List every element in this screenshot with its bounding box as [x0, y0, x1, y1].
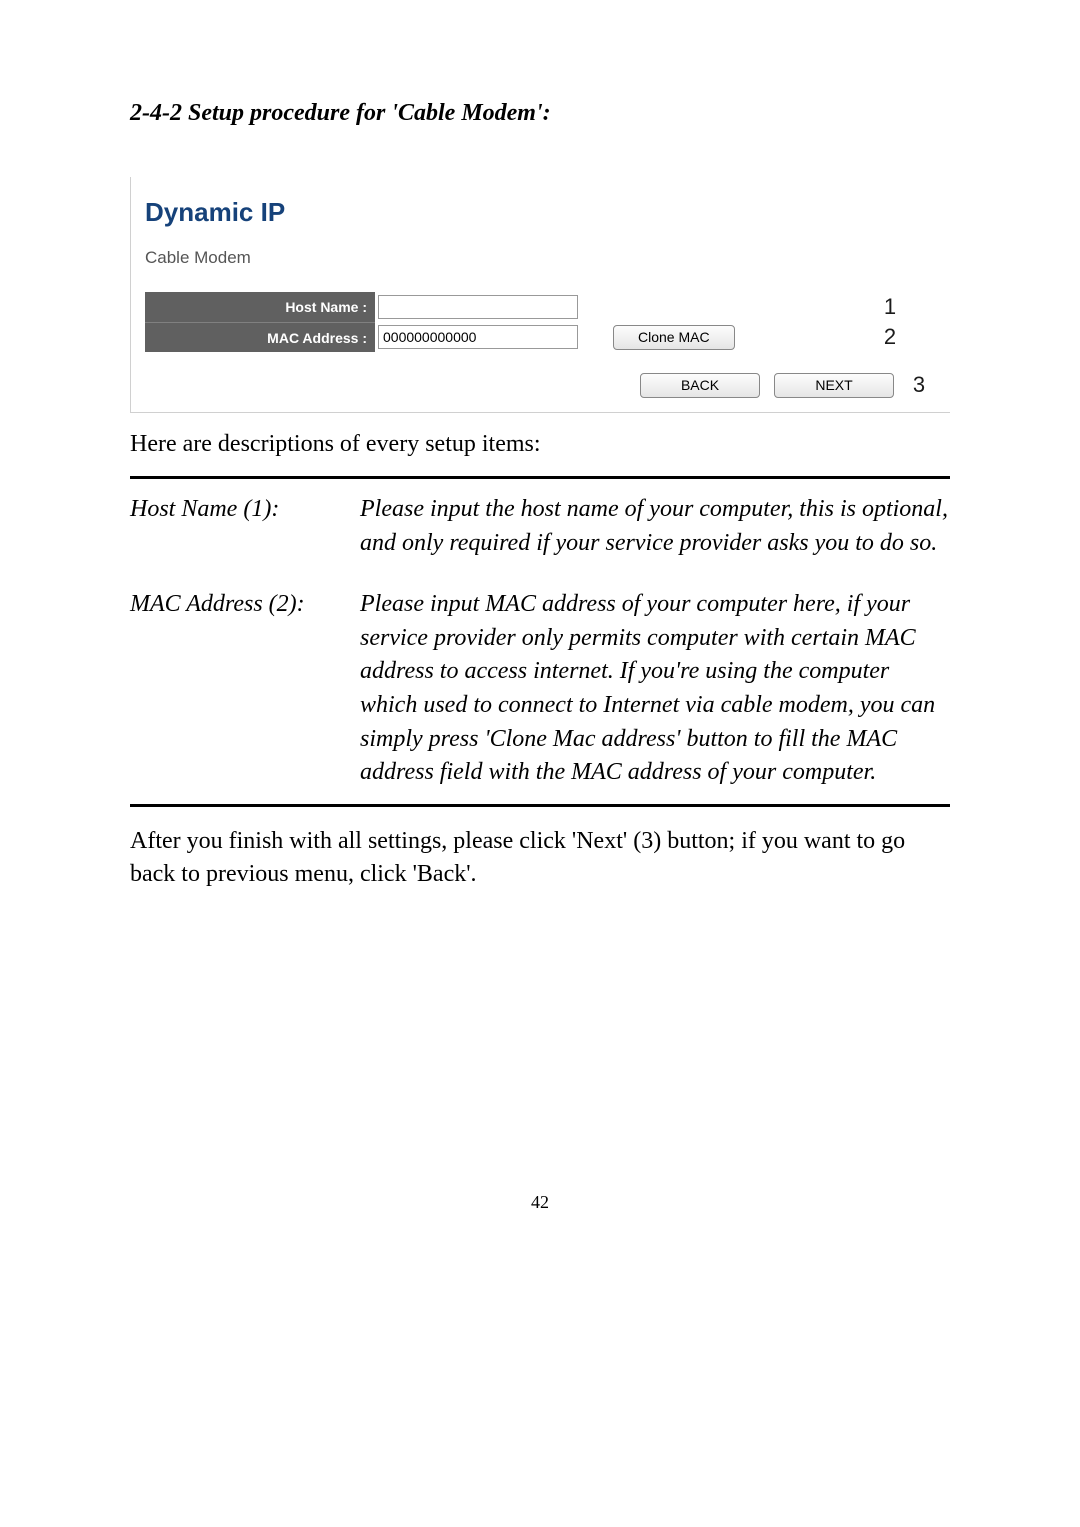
desc-item-text: Please input MAC address of your compute… [360, 574, 950, 805]
table-row: MAC Address (2): Please input MAC addres… [130, 574, 950, 805]
desc-item-text: Please input the host name of your compu… [360, 478, 950, 575]
next-button[interactable]: NEXT [774, 373, 894, 398]
mac-address-cell [375, 322, 585, 352]
table-row: Host Name (1): Please input the host nam… [130, 478, 950, 575]
nav-buttons: BACK NEXT [640, 373, 894, 398]
row-marker-1: 1 [875, 292, 905, 322]
desc-table: Host Name (1): Please input the host nam… [130, 476, 950, 807]
desc-intro: Here are descriptions of every setup ite… [130, 431, 950, 458]
host-name-input[interactable] [378, 295, 578, 319]
host-name-cell [375, 292, 585, 322]
dynamic-ip-panel: Dynamic IP Cable Modem Host Name : 1 MAC… [130, 177, 950, 413]
host-name-row: Host Name : 1 [145, 292, 942, 322]
panel-subtitle: Cable Modem [145, 248, 942, 268]
row-marker-2: 2 [875, 322, 905, 352]
page-number: 42 [130, 1192, 950, 1213]
section-title: 2-4-2 Setup procedure for 'Cable Modem': [130, 100, 950, 127]
desc-item-label: MAC Address (2): [130, 574, 360, 805]
host-name-button-cell [585, 292, 875, 322]
mac-address-label: MAC Address : [145, 322, 375, 352]
footer-text: After you finish with all settings, plea… [130, 825, 950, 892]
desc-item-label: Host Name (1): [130, 478, 360, 575]
clone-mac-button[interactable]: Clone MAC [613, 325, 735, 350]
row-marker-3: 3 [904, 372, 934, 398]
clone-mac-cell: Clone MAC [585, 322, 875, 352]
nav-row: BACK NEXT 3 [145, 372, 942, 398]
panel-title: Dynamic IP [145, 197, 942, 228]
host-name-label: Host Name : [145, 292, 375, 322]
back-button[interactable]: BACK [640, 373, 760, 398]
mac-address-row: MAC Address : Clone MAC 2 [145, 322, 942, 352]
mac-address-input[interactable] [378, 325, 578, 349]
